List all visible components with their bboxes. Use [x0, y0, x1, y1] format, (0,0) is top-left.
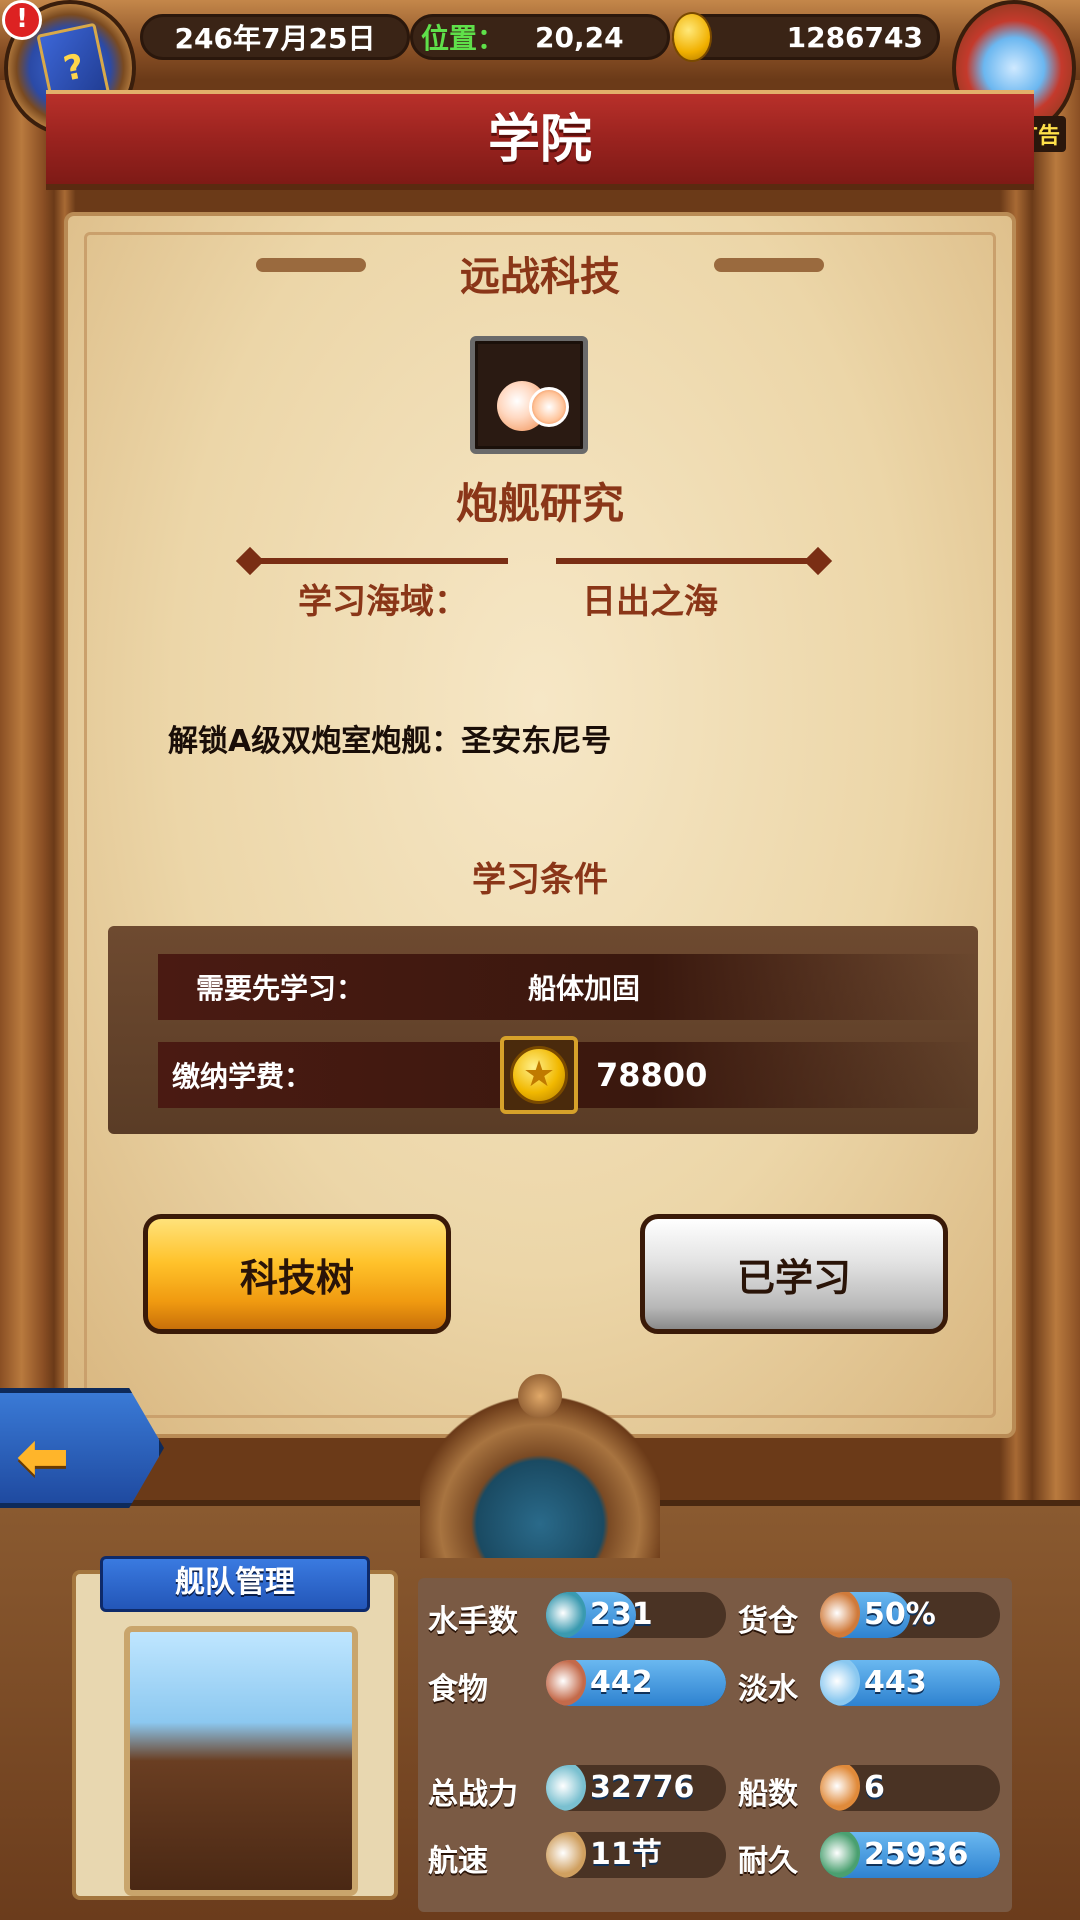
prereq-row: 需要先学习： 船体加固: [158, 954, 978, 1020]
position-display: 位置： 20,24: [410, 14, 670, 60]
stat-value: 11节: [590, 1837, 662, 1872]
stat-label: 货仓: [738, 1604, 798, 1639]
stat-value: 6: [864, 1770, 885, 1805]
stat-bar: 231: [546, 1592, 726, 1638]
stat-label: 食物: [428, 1672, 488, 1707]
unlock-text: 解锁A级双炮室炮舰：圣安东尼号: [168, 724, 612, 759]
date-display: 246年7月25日: [140, 14, 410, 60]
stat-label: 淡水: [738, 1672, 798, 1707]
stat-bar: 442: [546, 1660, 726, 1706]
fleet-management-title[interactable]: 舰队管理: [100, 1556, 370, 1612]
bomb-icon: [529, 387, 569, 427]
crossed-swords-icon: [546, 1765, 586, 1811]
helm-knob-icon: [518, 1374, 562, 1418]
conditions-title: 学习条件: [472, 860, 608, 900]
prereq-label: 需要先学习：: [196, 972, 365, 1005]
page-title: 学院: [46, 90, 1034, 190]
gold-coin-icon: [672, 12, 712, 62]
stat-bar: 443: [820, 1660, 1000, 1706]
fee-row: 缴纳学费： ★ 78800: [158, 1036, 978, 1114]
stat-label: 水手数: [428, 1604, 518, 1639]
position-value: 20,24: [535, 20, 624, 54]
stat-value: 443: [864, 1665, 927, 1700]
sail-boat-icon: [546, 1832, 586, 1878]
gold-display: 1286743: [672, 14, 940, 60]
ship-icon: [820, 1765, 860, 1811]
gold-frame: ★: [500, 1036, 578, 1114]
divider-right: [556, 558, 828, 564]
alert-icon: !: [2, 0, 42, 40]
stat-bar: 50%: [820, 1592, 1000, 1638]
tech-tree-button[interactable]: 科技树: [143, 1214, 451, 1334]
position-label: 位置：: [421, 22, 506, 55]
stat-label: 船数: [738, 1777, 798, 1812]
study-area-label: 学习海域：: [298, 582, 468, 622]
study-area-value: 日出之海: [582, 582, 718, 622]
back-arrow-icon: ⬅: [16, 1420, 70, 1494]
stat-bar: 32776: [546, 1765, 726, 1811]
stat-bar: 25936: [820, 1832, 1000, 1878]
stat-label: 耐久: [738, 1844, 798, 1879]
stat-value: 50%: [864, 1597, 936, 1632]
divider-left: [240, 558, 508, 564]
stat-value: 25936: [864, 1837, 969, 1872]
fleet-ship-image[interactable]: [124, 1626, 358, 1896]
learned-button[interactable]: 已学习: [640, 1214, 948, 1334]
conditions-box: 需要先学习： 船体加固 缴纳学费： ★ 78800: [108, 926, 978, 1134]
stat-value: 442: [590, 1665, 653, 1700]
fee-value: 78800: [596, 1056, 708, 1094]
stat-bar: 6: [820, 1765, 1000, 1811]
gold-coin-icon: ★: [510, 1046, 568, 1104]
stat-label: 总战力: [428, 1777, 518, 1812]
stat-value: 32776: [590, 1770, 695, 1805]
fee-label: 缴纳学费：: [172, 1060, 313, 1093]
tech-category: 远战科技: [460, 254, 620, 300]
stat-label: 航速: [428, 1844, 488, 1879]
tech-icon: [470, 336, 588, 454]
stat-value: 231: [590, 1597, 653, 1632]
stat-bar: 11节: [546, 1832, 726, 1878]
prereq-value: 船体加固: [528, 972, 641, 1005]
tech-name: 炮舰研究: [455, 479, 624, 528]
